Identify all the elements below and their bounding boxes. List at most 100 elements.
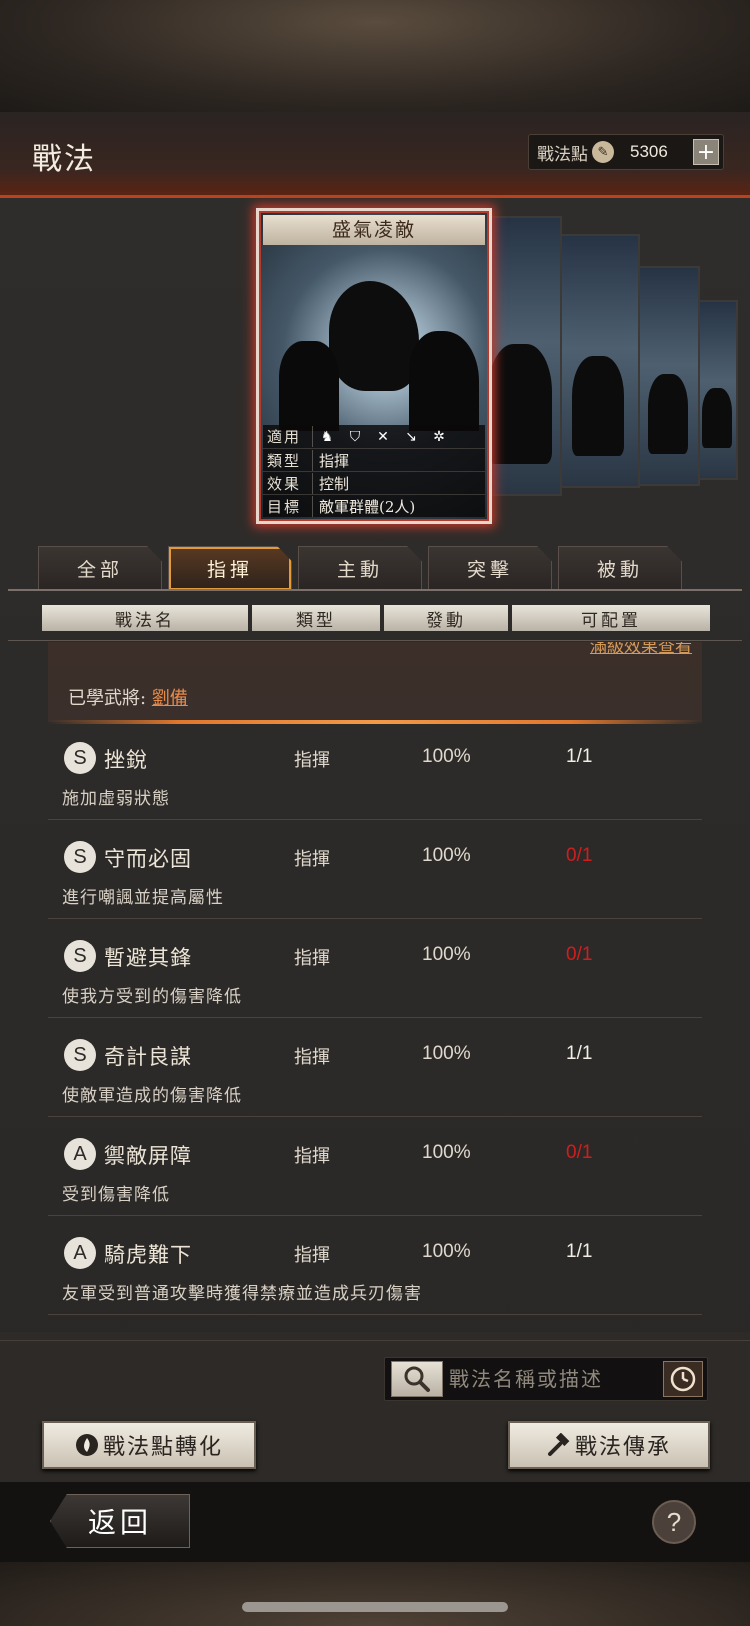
type-label: 類型 — [263, 449, 313, 471]
column-headers: 戰法名 類型 發動 可配置 — [42, 605, 710, 631]
troop-types: ♞ ⛉ ✕ ↘ ✲ — [313, 429, 447, 445]
grade-badge: A — [64, 1237, 96, 1269]
tactic-type: 指揮 — [294, 750, 330, 771]
tactic-slots: 0/1 — [566, 1142, 593, 1163]
home-indicator[interactable] — [242, 1602, 508, 1612]
grade-badge: S — [64, 742, 96, 774]
rider-illustration — [329, 281, 419, 391]
search-icon — [404, 1366, 430, 1392]
bottom-decoration — [0, 1562, 750, 1626]
tactic-slots: 0/1 — [566, 845, 593, 866]
tactic-row[interactable]: S 奇計良謀 指揮 100% 1/1 使敵軍造成的傷害降低 — [48, 1023, 702, 1117]
help-button[interactable]: ? — [652, 1500, 696, 1544]
grade-badge: S — [64, 841, 96, 873]
recent-filter-button[interactable] — [663, 1361, 703, 1397]
tab-command[interactable]: 指揮 — [168, 546, 292, 590]
inherit-tactic-button[interactable]: 戰法傳承 — [508, 1421, 710, 1469]
learned-generals: 已學武將: 劉備 — [68, 684, 188, 710]
expanded-detail: 滿級效果查看 已學武將: 劉備 — [48, 642, 702, 724]
tactic-card[interactable] — [694, 300, 738, 480]
tab-all[interactable]: 全部 — [38, 546, 162, 590]
tactic-name: 挫銳 — [104, 748, 148, 772]
tactic-row[interactable]: S 暫避其鋒 指揮 100% 0/1 使我方受到的傷害降低 — [48, 924, 702, 1018]
tactic-row[interactable]: S 挫銳 指揮 100% 1/1 施加虛弱狀態 — [48, 726, 702, 820]
search-button[interactable] — [391, 1361, 443, 1397]
sort-by-slots-button[interactable]: 可配置 — [512, 605, 710, 631]
tab-assault[interactable]: 突擊 — [428, 546, 552, 590]
tactic-rate: 100% — [422, 944, 471, 965]
tactic-description: 受到傷害降低 — [62, 1185, 170, 1205]
learned-label: 已學武將: — [68, 688, 147, 709]
tactic-description: 使我方受到的傷害降低 — [62, 987, 242, 1007]
tactic-slots: 1/1 — [566, 1043, 593, 1064]
add-points-button[interactable]: + — [693, 139, 719, 165]
featured-tactic-card[interactable]: 盛氣凌敵 適用 ♞ ⛉ ✕ ↘ ✲ 類型 指揮 效果 控制 目標 敵軍群體(2人… — [256, 208, 492, 524]
tactic-rate: 100% — [422, 845, 471, 866]
shield-icon: ⛉ — [349, 428, 361, 445]
tactic-name: 暫避其鋒 — [104, 946, 192, 970]
soldier-illustration — [279, 341, 339, 431]
soldier-illustration — [409, 331, 479, 431]
tactic-points-box: 戰法點 ✎ 5306 + — [528, 134, 724, 170]
convert-points-button[interactable]: 戰法點轉化 — [42, 1421, 256, 1469]
tactic-description: 使敵軍造成的傷害降低 — [62, 1086, 242, 1106]
tab-active[interactable]: 主動 — [298, 546, 422, 590]
tactic-rate: 100% — [422, 746, 471, 767]
tactic-slots: 0/1 — [566, 944, 593, 965]
siege-icon: ✲ — [433, 428, 445, 445]
category-tabs: 全部 指揮 主動 突擊 被動 — [38, 546, 682, 590]
tactic-description: 友軍受到普通攻擊時獲得禁療並造成兵刃傷害 — [62, 1284, 422, 1304]
tab-divider — [8, 589, 742, 591]
tactic-card[interactable] — [636, 266, 700, 486]
points-value: 5306 — [630, 142, 668, 161]
sort-by-rate-button[interactable]: 發動 — [384, 605, 508, 631]
tactic-name: 禦敵屏障 — [104, 1144, 192, 1168]
tactic-row[interactable]: A 禦敵屏障 指揮 100% 0/1 受到傷害降低 — [48, 1122, 702, 1216]
points-label: 戰法點 — [537, 144, 588, 165]
tactic-card[interactable] — [556, 234, 640, 488]
back-button[interactable]: 返回 — [50, 1494, 190, 1548]
max-level-effect-link[interactable]: 滿級效果查看 — [590, 642, 692, 657]
top-banner — [0, 0, 750, 112]
target-label: 目標 — [263, 495, 313, 517]
spear-icon: ↘ — [405, 428, 417, 445]
card-info-panel: 適用 ♞ ⛉ ✕ ↘ ✲ 類型 指揮 效果 控制 目標 敵軍群體(2人) — [263, 425, 485, 517]
clock-icon — [670, 1366, 696, 1392]
tab-passive[interactable]: 被動 — [558, 546, 682, 590]
sort-by-name-button[interactable]: 戰法名 — [42, 605, 248, 631]
tactic-list[interactable]: 滿級效果查看 已學武將: 劉備 S 挫銳 指揮 100% 1/1 施加虛弱狀態 S 守而必固指… — [48, 642, 702, 1328]
grade-badge: S — [64, 940, 96, 972]
card-carousel[interactable]: 盛氣凌敵 適用 ♞ ⛉ ✕ ↘ ✲ 類型 指揮 效果 控制 目標 敵軍群體(2人… — [256, 208, 750, 526]
convert-points-label: 戰法點轉化 — [102, 1435, 223, 1460]
card-title: 盛氣凌敵 — [263, 215, 485, 245]
grade-badge: A — [64, 1138, 96, 1170]
page-title: 戰法 — [32, 142, 96, 177]
cavalry-icon: ♞ — [320, 428, 334, 445]
tactic-type: 指揮 — [294, 1245, 330, 1266]
search-input[interactable] — [449, 1362, 645, 1396]
quill-icon: ✎ — [592, 141, 614, 163]
effect-value: 控制 — [319, 474, 350, 493]
sort-by-type-button[interactable]: 類型 — [252, 605, 380, 631]
learned-general-link[interactable]: 劉備 — [152, 688, 188, 709]
grade-badge: S — [64, 1039, 96, 1071]
tactic-slots: 1/1 — [566, 1241, 593, 1262]
tactic-type: 指揮 — [294, 1146, 330, 1167]
list-divider — [8, 640, 742, 641]
inherit-tactic-label: 戰法傳承 — [574, 1435, 671, 1460]
tactic-rate: 100% — [422, 1142, 471, 1163]
tactic-slots: 1/1 — [566, 746, 593, 767]
selection-glow — [48, 720, 702, 724]
search-bar — [384, 1357, 708, 1401]
tactic-row[interactable]: A 騎虎難下 指揮 100% 1/1 友軍受到普通攻擊時獲得禁療並造成兵刃傷害 — [48, 1221, 702, 1315]
tactic-description: 進行嘲諷並提高屬性 — [62, 888, 224, 908]
tactic-type: 指揮 — [294, 948, 330, 969]
applicable-label: 適用 — [263, 426, 313, 447]
title-bar: 戰法 戰法點 ✎ 5306 + — [0, 112, 750, 198]
tactic-name: 守而必固 — [104, 847, 192, 871]
target-value: 敵軍群體(2人) — [319, 497, 416, 516]
bow-icon: ✕ — [377, 428, 389, 445]
tactic-type: 指揮 — [294, 1047, 330, 1068]
tactic-rate: 100% — [422, 1043, 471, 1064]
tactic-row[interactable]: S 守而必固 指揮 100% 0/1 進行嘲諷並提高屬性 — [48, 825, 702, 919]
